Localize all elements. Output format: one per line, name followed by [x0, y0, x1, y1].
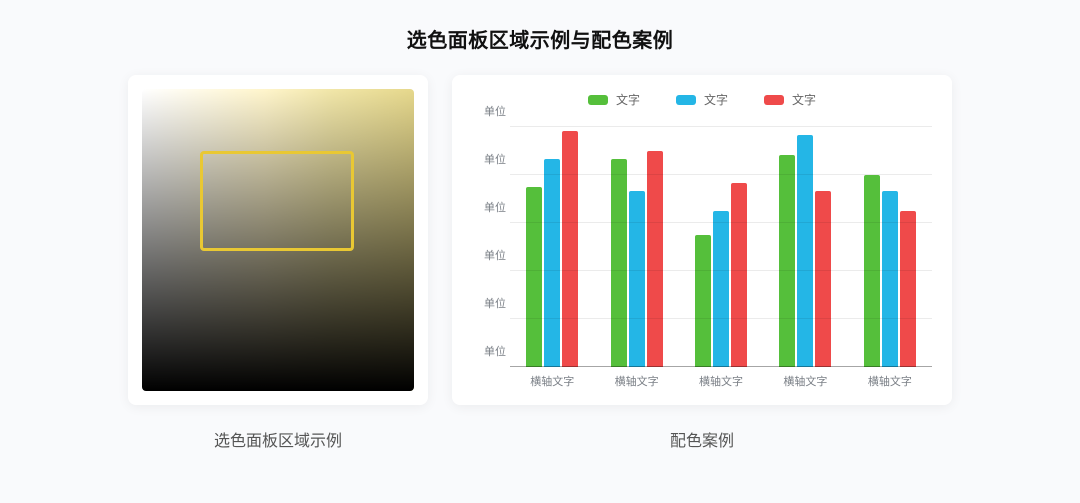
- legend-item[interactable]: 文字: [764, 91, 816, 108]
- legend-item[interactable]: 文字: [676, 91, 728, 108]
- right-caption: 配色案例: [452, 427, 952, 451]
- chart-grid-line: [510, 366, 932, 367]
- bar-chart: 文字文字文字 单位单位单位单位单位单位 横轴文字横轴文字横轴文字横轴文字横轴文字: [472, 91, 932, 393]
- bar-group: [848, 127, 932, 367]
- left-caption: 选色面板区域示例: [128, 427, 428, 451]
- chart-bars-container: [510, 127, 932, 367]
- legend-swatch: [588, 95, 608, 105]
- chart-grid-line: [510, 222, 932, 223]
- legend-label: 文字: [704, 91, 728, 108]
- bar-group: [594, 127, 678, 367]
- bar[interactable]: [629, 191, 645, 367]
- bar[interactable]: [695, 235, 711, 367]
- bar[interactable]: [900, 211, 916, 367]
- chart-x-tick-label: 横轴文字: [679, 373, 763, 389]
- chart-y-tick-label: 单位: [472, 151, 506, 167]
- chart-y-tick-label: 单位: [472, 343, 506, 359]
- chart-y-tick-label: 单位: [472, 247, 506, 263]
- chart-grid-line: [510, 270, 932, 271]
- bar-group: [510, 127, 594, 367]
- bar[interactable]: [713, 211, 729, 367]
- chart-y-tick-label: 单位: [472, 295, 506, 311]
- bar[interactable]: [544, 159, 560, 367]
- chart-x-tick-label: 横轴文字: [848, 373, 932, 389]
- chart-y-tick-label: 单位: [472, 199, 506, 215]
- bar-group: [763, 127, 847, 367]
- bar[interactable]: [647, 151, 663, 367]
- legend-swatch: [764, 95, 784, 105]
- bar[interactable]: [731, 183, 747, 367]
- chart-x-tick-label: 横轴文字: [763, 373, 847, 389]
- legend-item[interactable]: 文字: [588, 91, 640, 108]
- chart-x-tick-label: 横轴文字: [594, 373, 678, 389]
- bar-group: [679, 127, 763, 367]
- bar[interactable]: [611, 159, 627, 367]
- page: 选色面板区域示例与配色案例 文字文字文字 单位单位单位单位单位单位 横轴文字横轴…: [0, 0, 1080, 503]
- chart-card: 文字文字文字 单位单位单位单位单位单位 横轴文字横轴文字横轴文字横轴文字横轴文字: [452, 75, 952, 405]
- legend-swatch: [676, 95, 696, 105]
- legend-label: 文字: [616, 91, 640, 108]
- chart-grid-line: [510, 126, 932, 127]
- bar[interactable]: [797, 135, 813, 367]
- color-picker-panel[interactable]: [142, 89, 414, 391]
- captions-row: 选色面板区域示例 配色案例: [0, 427, 1080, 451]
- bar[interactable]: [864, 175, 880, 367]
- picker-highlight-rect: [200, 151, 354, 251]
- chart-x-axis: 横轴文字横轴文字横轴文字横轴文字横轴文字: [510, 373, 932, 389]
- chart-grid-line: [510, 318, 932, 319]
- page-title: 选色面板区域示例与配色案例: [0, 24, 1080, 53]
- bar[interactable]: [779, 155, 795, 367]
- legend-label: 文字: [792, 91, 816, 108]
- bar[interactable]: [526, 187, 542, 367]
- chart-x-tick-label: 横轴文字: [510, 373, 594, 389]
- bar[interactable]: [882, 191, 898, 367]
- chart-legend: 文字 文字 文字: [472, 91, 932, 108]
- bar[interactable]: [562, 131, 578, 367]
- chart-y-tick-label: 单位: [472, 103, 506, 119]
- picker-card: [128, 75, 428, 405]
- bar[interactable]: [815, 191, 831, 367]
- panels-row: 文字文字文字 单位单位单位单位单位单位 横轴文字横轴文字横轴文字横轴文字横轴文字: [0, 75, 1080, 405]
- chart-plot-area: 单位单位单位单位单位单位: [510, 127, 932, 367]
- chart-grid-line: [510, 174, 932, 175]
